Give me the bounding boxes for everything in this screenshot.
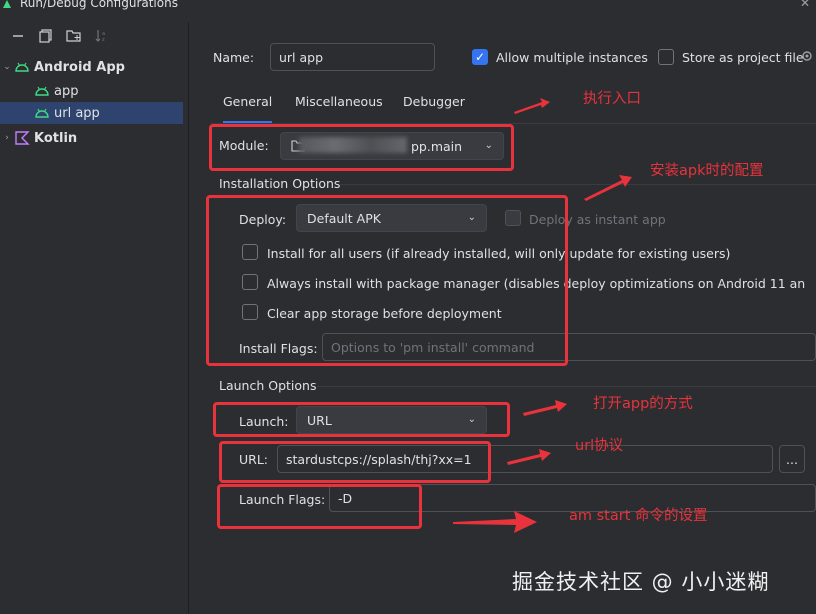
tree-item-android-app[interactable]: ⌄ Android App xyxy=(0,56,183,78)
store-project-label: Store as project file xyxy=(682,50,804,65)
annotation-open-method: 打开app的方式 xyxy=(593,396,693,412)
annotation-arrow-icon xyxy=(523,400,567,416)
tree-item-label: Android App xyxy=(34,59,125,75)
tree-item-label: Kotlin xyxy=(34,130,78,146)
allow-multiple-checkbox[interactable]: ✓ xyxy=(472,49,488,65)
copy-icon[interactable] xyxy=(38,28,54,44)
annotation-box-installation xyxy=(206,195,568,366)
sort-icon[interactable]: az xyxy=(94,28,110,44)
annotation-entry: 执行入口 xyxy=(583,91,641,107)
name-label: Name: xyxy=(213,50,255,65)
name-input[interactable]: url app xyxy=(270,43,435,71)
annotation-url-protocol: url协议 xyxy=(575,438,624,454)
tree-item-url-app[interactable]: url app xyxy=(0,102,183,124)
annotation-box-launch xyxy=(213,402,510,437)
tab-miscellaneous[interactable]: Miscellaneous xyxy=(295,94,383,109)
new-folder-icon[interactable] xyxy=(66,28,82,44)
remove-icon[interactable] xyxy=(10,28,26,44)
gear-icon[interactable] xyxy=(800,49,814,63)
section-divider xyxy=(317,386,816,387)
tree-item-kotlin[interactable]: › Kotlin xyxy=(0,127,183,149)
close-icon[interactable]: ✕ xyxy=(800,0,810,10)
installation-section-title: Installation Options xyxy=(219,176,341,191)
android-icon xyxy=(35,108,49,118)
annotation-box-launch-flags xyxy=(217,484,422,529)
tree-item-app[interactable]: app xyxy=(0,80,183,102)
svg-text:z: z xyxy=(102,37,105,43)
annotation-arrow-icon xyxy=(584,175,632,201)
launch-section-title: Launch Options xyxy=(219,378,317,393)
annotation-arrow-icon xyxy=(507,449,551,465)
title-bar: Run/Debug Configurations ✕ xyxy=(0,0,816,22)
tree-toolbar: az xyxy=(10,28,110,46)
tree-item-label: app xyxy=(54,83,79,99)
annotation-am-start: am start 命令的设置 xyxy=(569,508,708,524)
annotation-box-module xyxy=(209,124,514,171)
allow-multiple-label: Allow multiple instances xyxy=(496,50,648,65)
section-divider xyxy=(339,184,816,185)
chevron-down-icon[interactable]: ⌄ xyxy=(0,62,14,72)
tree-item-label: url app xyxy=(54,105,100,121)
store-project-checkbox[interactable] xyxy=(658,49,674,65)
kotlin-icon xyxy=(15,131,30,145)
android-icon xyxy=(35,86,49,96)
android-studio-icon xyxy=(3,0,11,8)
url-browse-button[interactable]: ... xyxy=(779,445,805,473)
chevron-right-icon[interactable]: › xyxy=(0,133,14,143)
annotation-arrow-icon xyxy=(453,511,537,533)
config-tree-panel: az ⌄ Android App app url app › Kotlin xyxy=(0,22,188,614)
android-icon xyxy=(15,62,29,72)
watermark: 掘金技术社区 @ 小小迷糊 xyxy=(512,570,770,594)
annotation-install-config: 安装apk时的配置 xyxy=(650,163,764,179)
tab-debugger[interactable]: Debugger xyxy=(403,94,465,109)
annotation-box-url xyxy=(219,441,491,483)
tab-general[interactable]: General xyxy=(223,94,273,124)
annotation-arrow-icon xyxy=(514,98,550,114)
window-title: Run/Debug Configurations xyxy=(20,0,178,10)
